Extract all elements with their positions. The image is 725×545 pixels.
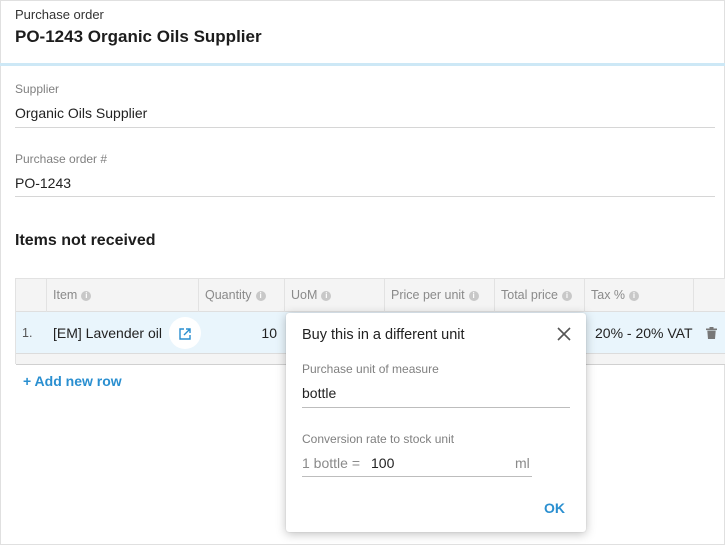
column-header-uom: UoM i (285, 279, 385, 312)
column-header-label: Tax % (591, 288, 626, 302)
column-header-item: Item i (47, 279, 199, 312)
add-new-row-link[interactable]: + Add new row (23, 373, 122, 389)
supplier-label: Supplier (15, 82, 60, 96)
column-header-quantity: Quantity i (199, 279, 285, 312)
section-title: Items not received (15, 232, 156, 249)
conversion-rate-label: Conversion rate to stock unit (302, 432, 455, 446)
column-header-number (16, 279, 47, 312)
tax-cell[interactable]: 20% - 20% VAT (589, 312, 699, 354)
conversion-rate-input[interactable]: 100 (371, 455, 394, 471)
table-header: Item i Quantity i UoM i Price per unit i Tot… (16, 279, 725, 312)
column-header-label: Quantity (205, 288, 252, 302)
column-header-label: Item (53, 288, 78, 302)
column-header-price-per-unit: Price per unit i (385, 279, 495, 312)
close-icon[interactable] (556, 326, 572, 342)
page-title: PO-1243 Organic Oils Supplier (15, 27, 262, 46)
conversion-unit: ml (515, 455, 530, 471)
column-header-label: UoM (291, 288, 318, 302)
info-icon[interactable]: i (321, 291, 332, 301)
column-header-label: Total price (501, 288, 558, 302)
po-number-value[interactable]: PO-1243 (15, 175, 715, 191)
dialog-title: Buy this in a different unit (302, 327, 465, 343)
info-icon[interactable]: i (468, 291, 479, 301)
info-icon[interactable]: i (629, 291, 640, 301)
supplier-field[interactable]: Supplier Organic Oils Supplier (15, 82, 715, 128)
info-icon[interactable]: i (561, 291, 572, 301)
row-number: 1. (22, 326, 33, 340)
po-number-label: Purchase order # (15, 152, 108, 166)
column-header-total-price: Total price i (495, 279, 585, 312)
column-header-actions (694, 279, 725, 312)
info-icon[interactable]: i (81, 291, 92, 301)
conversion-rate-field[interactable]: 1 bottle = 100 ml (302, 453, 532, 477)
different-unit-dialog: Buy this in a different unit Purchase un… (286, 313, 586, 532)
open-item-button[interactable] (169, 317, 201, 349)
quantity-cell[interactable]: 10 (199, 312, 279, 354)
ok-button[interactable]: OK (544, 500, 565, 516)
info-icon[interactable]: i (255, 291, 266, 301)
supplier-value[interactable]: Organic Oils Supplier (15, 105, 715, 121)
page-eyebrow: Purchase order (15, 7, 104, 22)
page-header: Purchase order PO-1243 Organic Oils Supp… (0, 0, 725, 66)
purchase-unit-label: Purchase unit of measure (302, 362, 439, 376)
column-header-label: Price per unit (391, 288, 465, 302)
trash-icon[interactable] (706, 327, 717, 339)
external-link-icon (179, 328, 191, 340)
po-number-field[interactable]: Purchase order # PO-1243 (15, 152, 715, 197)
column-header-tax: Tax % i (585, 279, 694, 312)
conversion-prefix: 1 bottle = (302, 455, 360, 471)
purchase-unit-input[interactable]: bottle (302, 383, 570, 408)
